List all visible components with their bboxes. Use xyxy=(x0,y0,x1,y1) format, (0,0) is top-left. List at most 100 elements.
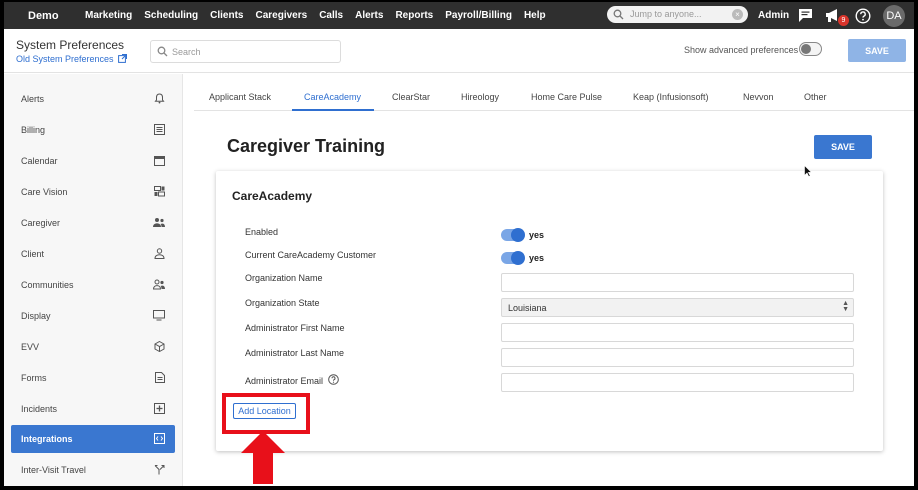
route-icon xyxy=(154,465,165,475)
sidebar-item-label: Caregiver xyxy=(21,218,61,228)
sidebar-item-label: Calendar xyxy=(21,156,58,166)
calendar-icon xyxy=(154,156,165,166)
page-header: System Preferences Old System Preference… xyxy=(4,29,914,73)
sidebar-item-label: Display xyxy=(21,311,51,321)
nav-payroll-billing[interactable]: Payroll/Billing xyxy=(445,10,512,21)
sidebar-item-forms[interactable]: Forms xyxy=(11,364,175,392)
customer-label: Current CareAcademy Customer xyxy=(245,250,377,260)
sidebar-item-display[interactable]: Display xyxy=(11,302,175,330)
enabled-value: yes xyxy=(529,230,545,240)
brand-label[interactable]: Demo xyxy=(28,10,59,22)
org-name-input[interactable] xyxy=(501,273,854,292)
avatar[interactable]: DA xyxy=(883,5,905,27)
nav-marketing[interactable]: Marketing xyxy=(85,10,132,21)
sidebar-item-communities[interactable]: Communities xyxy=(11,271,175,299)
bell-icon xyxy=(154,93,165,104)
sidebar-item-caregiver[interactable]: Caregiver xyxy=(11,209,175,237)
admin-last-name-label: Administrator Last Name xyxy=(245,348,345,358)
sidebar-item-calendar[interactable]: Calendar xyxy=(11,147,175,175)
tab-applicant-stack[interactable]: Applicant Stack xyxy=(209,92,271,102)
jump-placeholder: Jump to anyone... xyxy=(630,9,702,19)
tab-home-care-pulse[interactable]: Home Care Pulse xyxy=(531,92,602,102)
nav-alerts[interactable]: Alerts xyxy=(355,10,383,21)
active-tab-indicator xyxy=(292,109,374,111)
dashboard-icon xyxy=(154,186,165,197)
integration-tabs: Applicant Stack CareAcademy ClearStar Hi… xyxy=(194,83,914,111)
old-preferences-link[interactable]: Old System Preferences xyxy=(16,54,128,64)
customer-value: yes xyxy=(529,253,545,263)
admin-first-name-input[interactable] xyxy=(501,323,854,342)
sidebar-item-inter-visit-travel[interactable]: Inter-Visit Travel xyxy=(11,456,175,484)
main-menu: Marketing Scheduling Clients Caregivers … xyxy=(85,2,558,29)
plus-box-icon xyxy=(154,403,165,414)
sidebar-item-label: Billing xyxy=(21,125,46,135)
document-icon xyxy=(155,372,165,383)
notification-badge: 9 xyxy=(838,15,849,26)
help-circle-icon[interactable] xyxy=(855,8,871,24)
top-nav: Demo Marketing Scheduling Clients Caregi… xyxy=(4,2,914,29)
sidebar-item-integrations[interactable]: Integrations xyxy=(11,425,175,453)
tab-clearstar[interactable]: ClearStar xyxy=(392,92,430,102)
tab-careacademy[interactable]: CareAcademy xyxy=(304,92,361,102)
careacademy-card: CareAcademy Enabled yes Current CareAcad… xyxy=(216,171,883,451)
enabled-toggle[interactable] xyxy=(501,228,525,242)
org-state-select[interactable]: Louisiana ▲ ▼ xyxy=(501,298,854,317)
cube-icon xyxy=(154,341,165,352)
tab-hireology[interactable]: Hireology xyxy=(461,92,499,102)
customer-toggle[interactable] xyxy=(501,251,525,265)
nav-help[interactable]: Help xyxy=(524,10,546,21)
sidebar-item-alerts[interactable]: Alerts xyxy=(11,85,175,113)
admin-last-name-input[interactable] xyxy=(501,348,854,367)
advanced-preferences-label: Show advanced preferences xyxy=(684,45,799,55)
advanced-preferences-toggle[interactable] xyxy=(799,42,822,56)
search-icon xyxy=(613,9,624,20)
tab-other[interactable]: Other xyxy=(804,92,827,102)
sidebar-item-label: Incidents xyxy=(21,404,58,414)
search-placeholder: Search xyxy=(172,47,201,57)
tab-nevvon[interactable]: Nevvon xyxy=(743,92,774,102)
admin-email-input[interactable] xyxy=(501,373,854,392)
sidebar-item-label: EVV xyxy=(21,342,40,352)
org-state-value: Louisiana xyxy=(508,303,547,313)
nav-caregivers[interactable]: Caregivers xyxy=(255,10,307,21)
sidebar-item-label: Communities xyxy=(21,280,74,290)
clear-icon[interactable]: × xyxy=(732,9,743,20)
nav-reports[interactable]: Reports xyxy=(395,10,433,21)
sidebar-item-label: Integrations xyxy=(21,434,73,444)
toggle-knob xyxy=(511,251,525,265)
admin-email-label: Administrator Email xyxy=(245,376,324,386)
nav-clients[interactable]: Clients xyxy=(210,10,243,21)
card-title: CareAcademy xyxy=(232,189,313,203)
mouse-cursor-icon xyxy=(804,165,812,177)
code-icon xyxy=(154,433,165,444)
app-window: Demo Marketing Scheduling Clients Caregi… xyxy=(4,2,914,486)
sidebar-item-label: Care Vision xyxy=(21,187,68,197)
admin-first-name-label: Administrator First Name xyxy=(245,323,345,333)
help-icon[interactable] xyxy=(328,374,339,385)
people-icon xyxy=(153,218,165,227)
jump-to-search[interactable]: Jump to anyone... × xyxy=(607,6,748,23)
save-button[interactable]: SAVE xyxy=(814,135,872,159)
search-input[interactable]: Search xyxy=(150,40,341,63)
header-save-button[interactable]: SAVE xyxy=(848,39,906,62)
sidebar-item-label: Forms xyxy=(21,373,47,383)
sidebar-item-incidents[interactable]: Incidents xyxy=(11,395,175,423)
external-link-icon xyxy=(118,54,128,63)
chat-icon[interactable] xyxy=(798,8,813,23)
sidebar-item-evv[interactable]: EVV xyxy=(11,333,175,361)
nav-scheduling[interactable]: Scheduling xyxy=(144,10,198,21)
select-arrows-icon: ▲ ▼ xyxy=(842,300,849,313)
list-icon xyxy=(154,124,165,135)
sidebar-item-label: Client xyxy=(21,249,45,259)
sidebar-item-care-vision[interactable]: Care Vision xyxy=(11,178,175,206)
org-state-label: Organization State xyxy=(245,298,320,308)
nav-calls[interactable]: Calls xyxy=(319,10,343,21)
admin-menu[interactable]: Admin xyxy=(758,10,789,21)
person-icon xyxy=(154,248,165,259)
sidebar-item-billing[interactable]: Billing xyxy=(11,116,175,144)
enabled-label: Enabled xyxy=(245,227,279,237)
tab-keap[interactable]: Keap (Infusionsoft) xyxy=(633,92,709,102)
search-icon xyxy=(157,46,168,57)
toggle-knob xyxy=(801,44,811,54)
sidebar-item-client[interactable]: Client xyxy=(11,240,175,268)
